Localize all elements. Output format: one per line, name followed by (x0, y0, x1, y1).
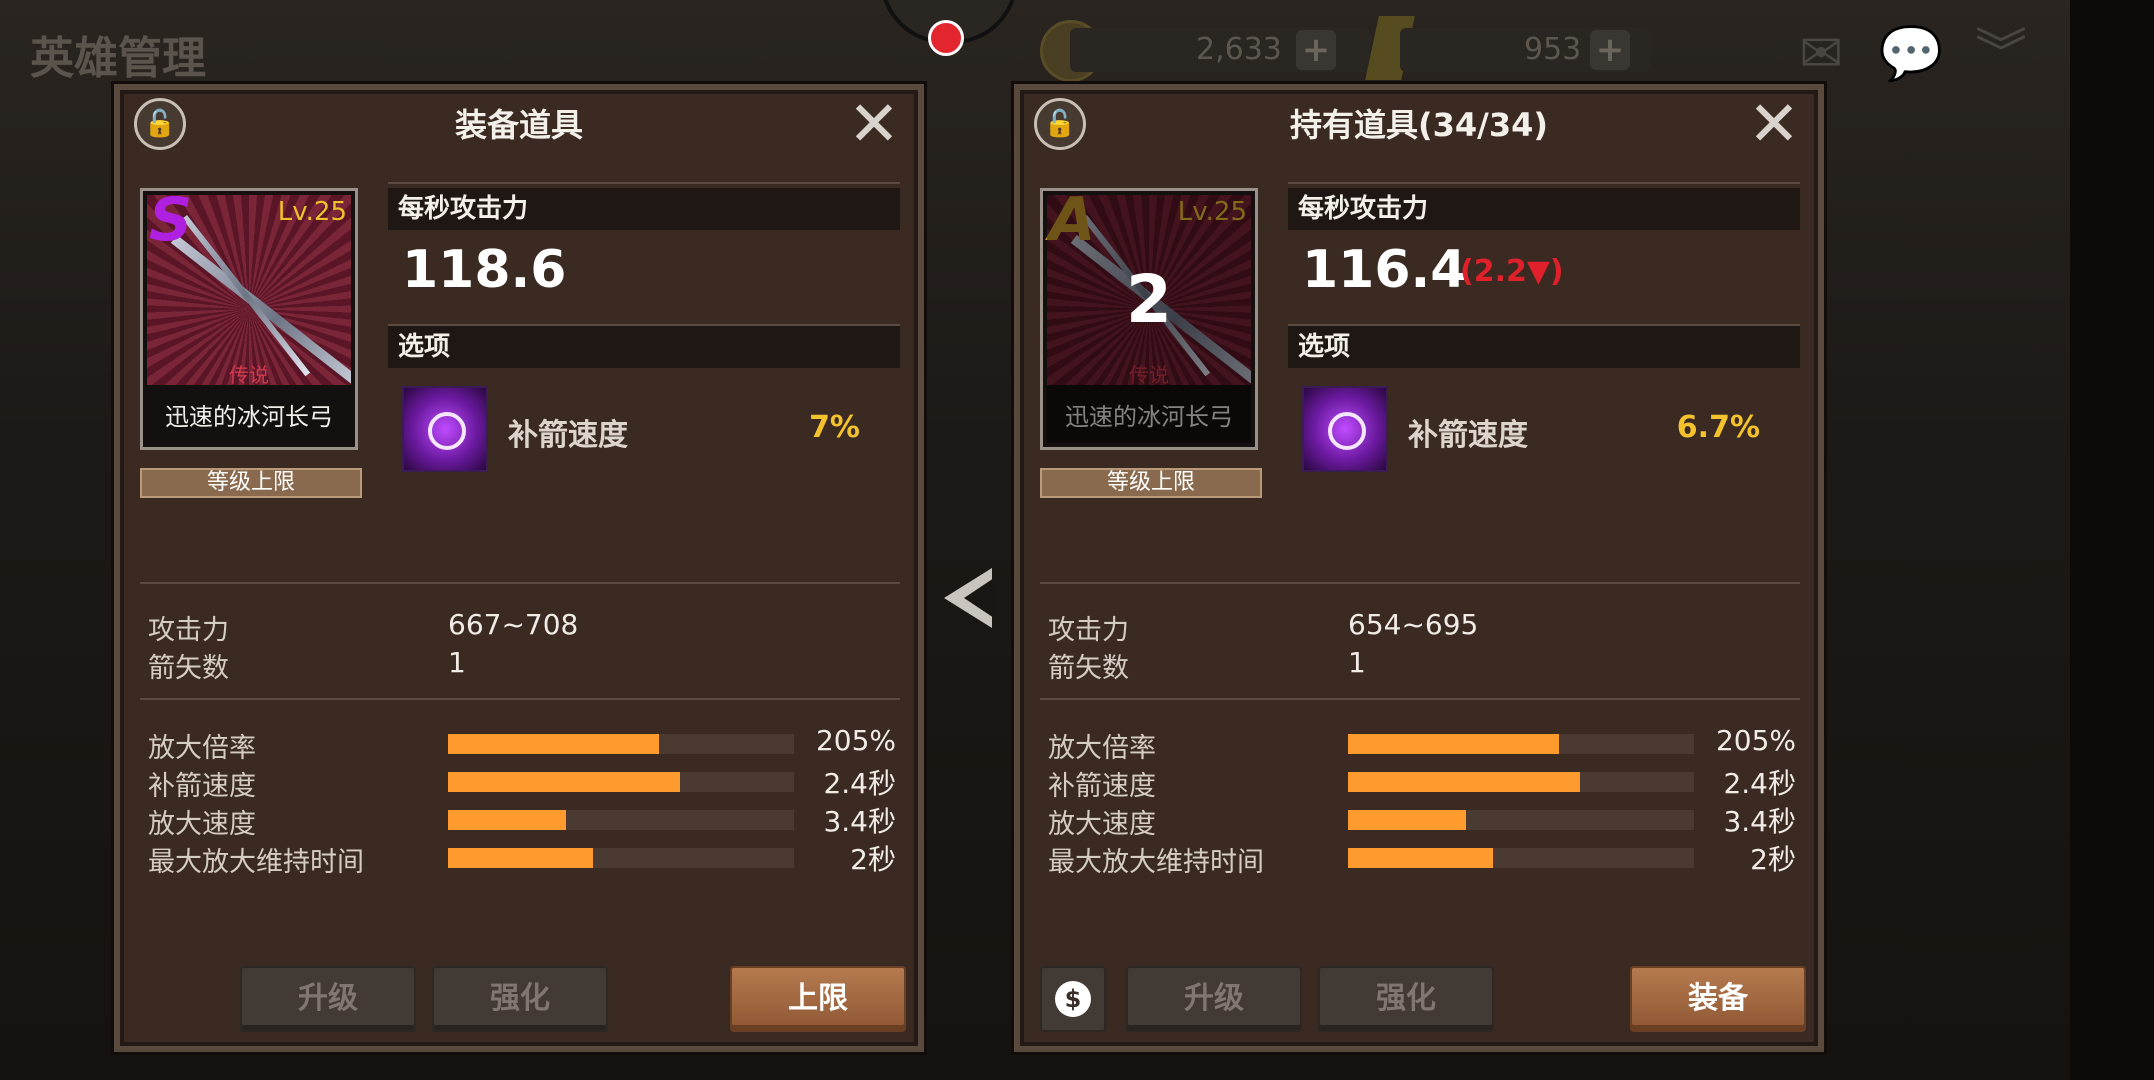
enhance-button[interactable]: 强化 (432, 966, 608, 1032)
divider (1040, 698, 1800, 700)
arrow-reload-speed-icon (402, 386, 488, 472)
grade-badge: S (149, 185, 193, 255)
sell-button[interactable]: $ (1040, 966, 1106, 1032)
dps-difference: (2.2▼) (1460, 254, 1564, 289)
panel-title: 持有道具(34/34) (1289, 106, 1548, 144)
stat-bar (1348, 848, 1694, 868)
option-value: 7% (809, 410, 860, 445)
bar-fill (448, 848, 594, 868)
equip-button[interactable]: 装备 (1630, 966, 1806, 1032)
arrows-value: 1 (448, 646, 466, 679)
bar-label: 放大倍率 (1048, 733, 1156, 764)
bar-fill (1348, 734, 1560, 754)
bar-fill (448, 772, 680, 792)
option-header: 选项 (388, 326, 900, 368)
enhance-button[interactable]: 强化 (1318, 966, 1494, 1032)
arrows-value: 1 (1348, 646, 1366, 679)
stat-bar (1348, 772, 1694, 792)
rarity-label: 传说 (229, 363, 269, 387)
stat-bar (448, 772, 794, 792)
attack-value: 667~708 (448, 608, 579, 641)
bar-label: 最大放大维持时间 (148, 847, 364, 878)
bar-fill (448, 810, 566, 830)
bar-fill (1348, 810, 1466, 830)
close-button[interactable]: ✕ (1744, 93, 1804, 155)
dps-value: 116.4 (1302, 240, 1467, 300)
add-gold-button[interactable]: + (1590, 30, 1630, 70)
right-edge-strip (2070, 0, 2154, 1080)
sell-coin-icon: $ (1055, 981, 1091, 1017)
bar-fill (1348, 848, 1494, 868)
divider (140, 582, 900, 584)
bar-label: 放大倍率 (148, 733, 256, 764)
bar-value: 3.4秒 (1723, 805, 1796, 838)
option-name: 补箭速度 (508, 418, 628, 453)
divider (140, 698, 900, 700)
bar-value: 2秒 (1750, 843, 1796, 876)
bar-fill (448, 734, 660, 754)
bar-label: 补箭速度 (1048, 771, 1156, 802)
owned-item-panel: 🔓 持有道具(34/34) ✕ A Lv.25 传说 迅速的冰河长弓 2 等级上… (1014, 84, 1824, 1052)
item-count: 2 (1126, 261, 1172, 338)
divider (388, 182, 900, 184)
coin-amount: 2,633 (1196, 32, 1282, 67)
dps-header: 每秒攻击力 (388, 188, 900, 230)
bar-label: 补箭速度 (148, 771, 256, 802)
option-value: 6.7% (1676, 410, 1760, 445)
upgrade-button[interactable]: 升级 (1126, 966, 1302, 1032)
collapse-icon[interactable]: ︾ (1966, 24, 2036, 84)
stat-bar (448, 810, 794, 830)
attack-value: 654~695 (1348, 608, 1479, 641)
bar-label: 放大速度 (148, 809, 256, 840)
stat-bar (1348, 734, 1694, 754)
panel-title: 装备道具 (454, 106, 583, 144)
dps-header: 每秒攻击力 (1288, 188, 1800, 230)
stat-bar (1348, 810, 1694, 830)
attack-label: 攻击力 (1048, 615, 1129, 646)
bar-value: 205% (1715, 724, 1796, 757)
bar-value: 2.4秒 (823, 767, 896, 800)
bar-value: 2.4秒 (1723, 767, 1796, 800)
bar-label: 放大速度 (1048, 809, 1156, 840)
bar-value: 205% (815, 724, 896, 757)
item-name: 迅速的冰河长弓 (165, 403, 333, 431)
bar-fill (1348, 772, 1580, 792)
close-button[interactable]: ✕ (844, 93, 904, 155)
divider (1040, 582, 1800, 584)
stat-bar (448, 848, 794, 868)
item-level: Lv.25 (277, 197, 347, 227)
bar-label: 最大放大维持时间 (1048, 847, 1264, 878)
bar-value: 3.4秒 (823, 805, 896, 838)
arrow-reload-speed-icon (1302, 386, 1388, 472)
stat-bar (448, 734, 794, 754)
equipped-item-panel: 🔓 装备道具 ✕ S Lv.25 传说 迅速的冰河长弓 等级上限 每秒攻击力 1… (114, 84, 924, 1052)
dps-value: 118.6 (402, 240, 567, 300)
notification-dot (928, 20, 964, 56)
item-card[interactable]: A Lv.25 传说 迅速的冰河长弓 2 (1040, 185, 1258, 450)
add-coins-button[interactable]: + (1296, 30, 1336, 70)
screen-title: 英雄管理 (30, 33, 206, 84)
upgrade-button[interactable]: 升级 (240, 966, 416, 1032)
attack-label: 攻击力 (148, 615, 229, 646)
arrows-label: 箭矢数 (148, 653, 229, 684)
arrows-label: 箭矢数 (1048, 653, 1129, 684)
item-card[interactable]: S Lv.25 传说 迅速的冰河长弓 (140, 185, 358, 450)
level-cap-badge: 等级上限 (140, 468, 362, 498)
mail-icon[interactable]: ✉ (1786, 24, 1856, 84)
level-cap-badge: 等级上限 (1040, 468, 1262, 498)
gold-amount: 953 (1524, 32, 1582, 67)
option-name: 补箭速度 (1408, 418, 1528, 453)
max-limit-button[interactable]: 上限 (730, 966, 906, 1032)
option-header: 选项 (1288, 326, 1800, 368)
chat-icon[interactable]: 💬 (1876, 24, 1946, 84)
divider (1288, 182, 1800, 184)
bar-value: 2秒 (850, 843, 896, 876)
